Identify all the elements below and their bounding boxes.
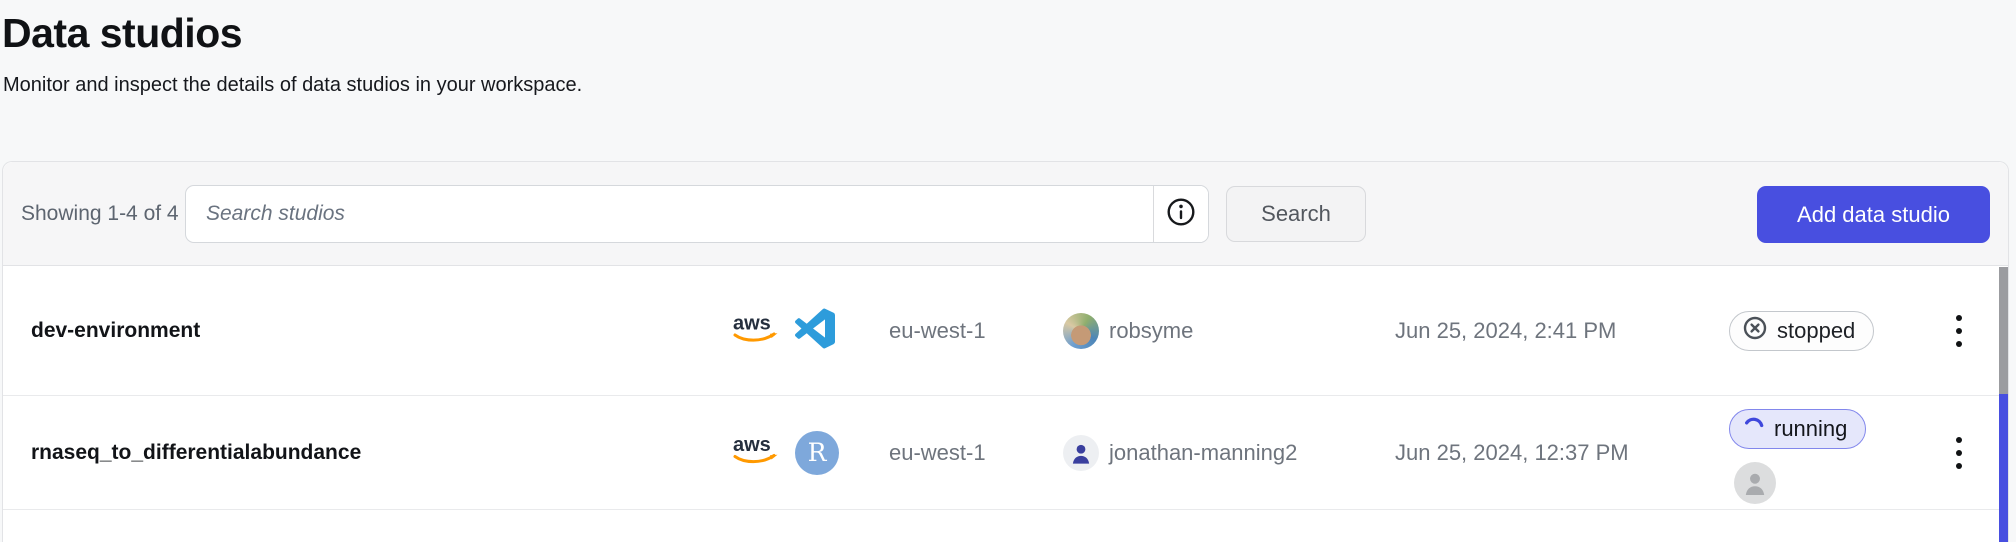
created-date: Jun 25, 2024, 2:41 PM <box>1395 318 1616 344</box>
results-count: Showing 1-4 of 4 <box>21 202 179 226</box>
scrollbar-thumb[interactable] <box>1999 267 2008 394</box>
aws-label: aws <box>733 312 771 334</box>
table-row[interactable]: rnaseq_to_differentialabundance aws R eu… <box>3 396 2001 510</box>
aws-label: aws <box>733 434 771 456</box>
user-cell: robsyme <box>1063 313 1193 349</box>
r-label: R <box>808 438 827 467</box>
studio-name[interactable]: rnaseq_to_differentialabundance <box>31 441 361 465</box>
table-row-partial <box>3 510 2001 542</box>
person-icon <box>1738 466 1772 500</box>
spinner-icon <box>1742 415 1765 444</box>
search-box <box>185 185 1209 243</box>
aws-icon: aws <box>731 432 783 473</box>
studio-name[interactable]: dev-environment <box>31 319 200 343</box>
studio-icons: aws <box>731 308 835 353</box>
status-badge: stopped <box>1729 311 1874 351</box>
status-cell: stopped <box>1729 311 1874 351</box>
kebab-menu-button[interactable] <box>1939 309 1979 353</box>
page-subtitle: Monitor and inspect the details of data … <box>3 74 582 97</box>
table-row[interactable]: dev-environment aws eu-west-1 <box>3 266 2001 396</box>
studio-icons: aws R <box>731 431 839 475</box>
vscode-icon <box>795 308 835 353</box>
aws-icon: aws <box>731 310 783 351</box>
region-label: eu-west-1 <box>889 318 986 344</box>
add-data-studio-button[interactable]: Add data studio <box>1757 186 1990 243</box>
username: jonathan-manning2 <box>1109 440 1297 466</box>
search-button[interactable]: Search <box>1226 186 1366 242</box>
data-studios-page: Data studios Monitor and inspect the det… <box>0 0 2016 542</box>
status-label: running <box>1774 416 1847 442</box>
toolbar: Showing 1-4 of 4 Search Add data studio <box>3 162 2008 266</box>
scrollbar-accent-segment <box>1999 394 2008 542</box>
username: robsyme <box>1109 318 1193 344</box>
studios-panel: Showing 1-4 of 4 Search Add data studio <box>2 161 2009 542</box>
status-badge: running <box>1729 409 1866 449</box>
user-cell: jonathan-manning2 <box>1063 435 1297 471</box>
created-date: Jun 25, 2024, 12:37 PM <box>1395 440 1629 466</box>
user-avatar <box>1063 435 1099 471</box>
r-icon: R <box>795 431 839 475</box>
info-icon <box>1166 197 1196 232</box>
status-cell: running <box>1729 409 1866 504</box>
kebab-menu-button[interactable] <box>1939 431 1979 475</box>
user-avatar <box>1063 313 1099 349</box>
stopped-circle-x-icon <box>1742 315 1768 347</box>
search-info-button[interactable] <box>1153 186 1208 242</box>
status-label: stopped <box>1777 318 1855 344</box>
session-avatar <box>1734 462 1776 504</box>
person-icon <box>1066 438 1096 468</box>
search-input[interactable] <box>186 186 1153 242</box>
region-label: eu-west-1 <box>889 440 986 466</box>
scrollbar-track[interactable] <box>1999 267 2008 542</box>
page-title: Data studios <box>2 10 242 57</box>
